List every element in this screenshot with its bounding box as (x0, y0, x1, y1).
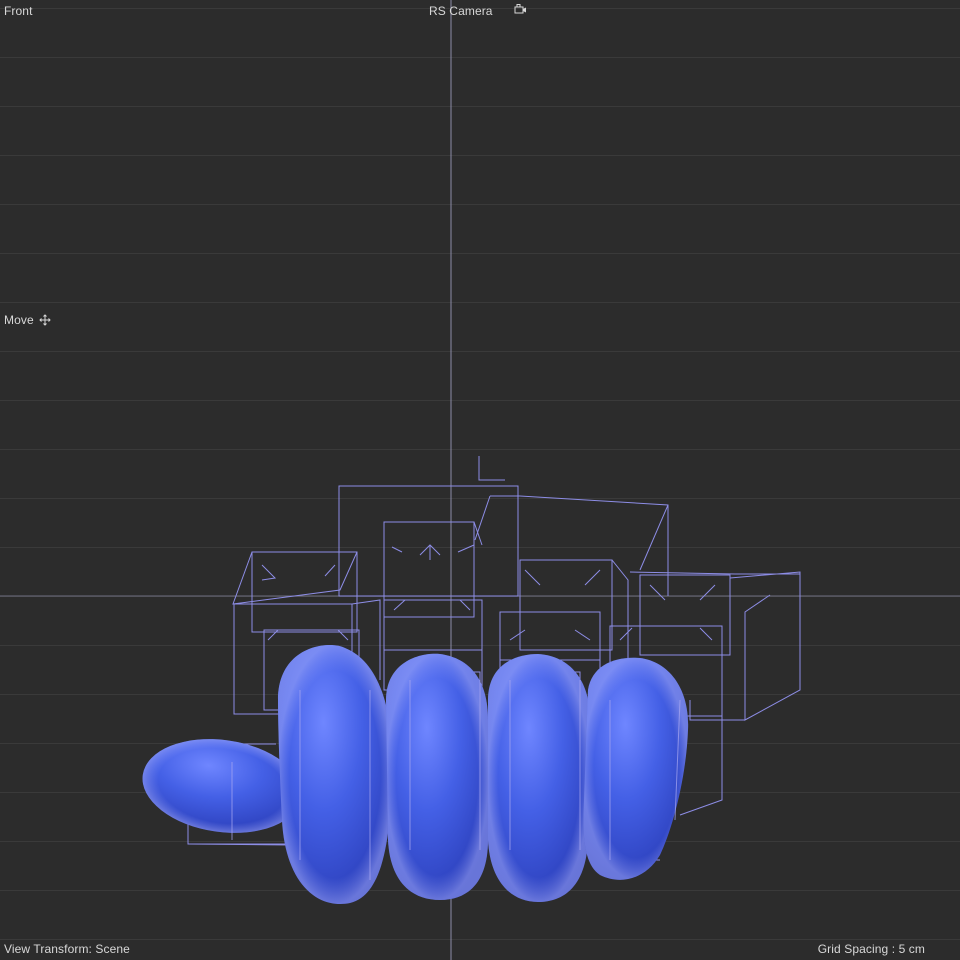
move-icon (39, 314, 51, 326)
hand-mesh[interactable] (136, 644, 689, 904)
grid-spacing-label: Grid Spacing : 5 cm (817, 942, 925, 956)
viewport-scene[interactable] (0, 0, 960, 960)
camera-icon[interactable] (514, 3, 528, 18)
view-name-label[interactable]: Front (4, 4, 33, 18)
view-transform-label: View Transform: Scene (4, 942, 130, 956)
tool-name-label: Move (4, 313, 34, 327)
3d-viewport[interactable]: Front RS Camera Move View Transform: Sce… (0, 0, 960, 960)
camera-name-label[interactable]: RS Camera (429, 4, 493, 18)
active-tool-indicator[interactable]: Move (4, 313, 51, 327)
